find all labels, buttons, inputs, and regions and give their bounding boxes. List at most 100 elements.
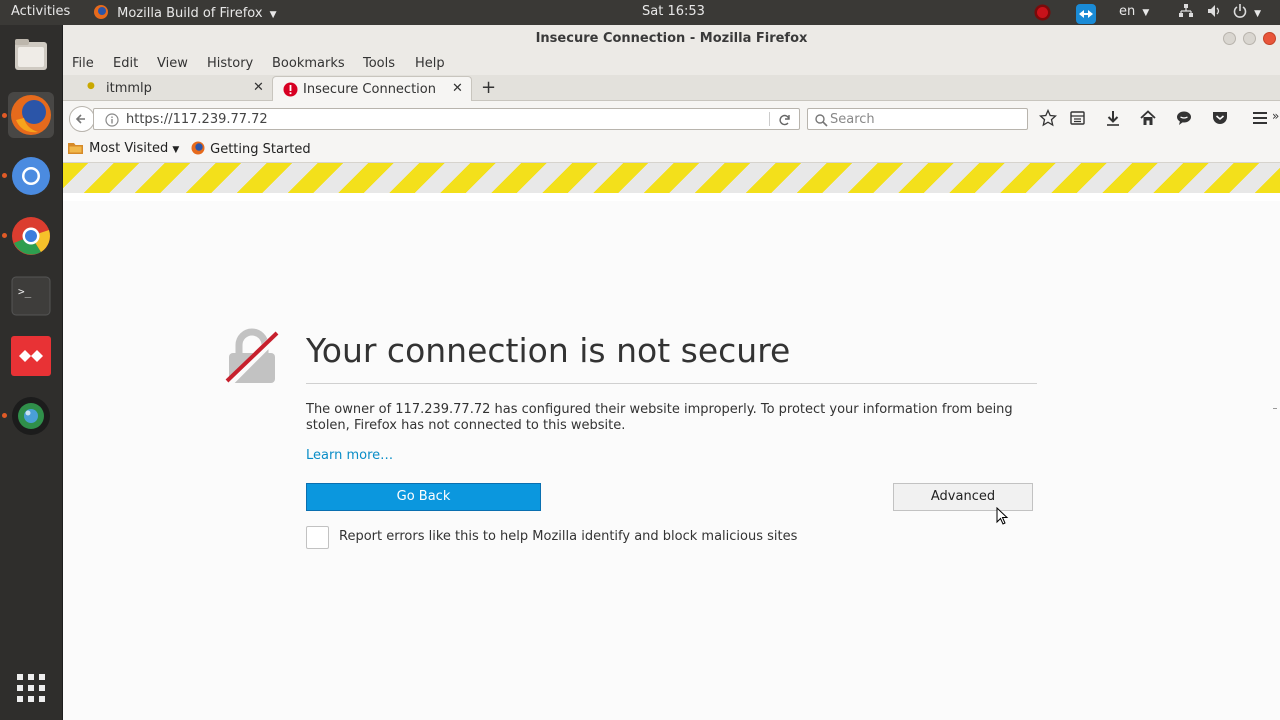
- language-label: en: [1119, 4, 1136, 19]
- terminal-launcher[interactable]: >_: [8, 273, 54, 319]
- go-back-button[interactable]: Go Back: [306, 483, 541, 511]
- mouse-cursor-icon: [996, 507, 1009, 525]
- new-tab-button[interactable]: +: [481, 77, 496, 98]
- info-icon[interactable]: [105, 113, 119, 127]
- scrollbar-marker: [1273, 408, 1277, 409]
- advanced-button[interactable]: Advanced: [893, 483, 1033, 511]
- clock[interactable]: Sat 16:53: [642, 4, 705, 19]
- error-description: The owner of 117.239.77.72 has configure…: [306, 402, 1013, 433]
- activities-button[interactable]: Activities: [11, 4, 70, 19]
- chat-icon[interactable]: [1175, 109, 1193, 127]
- volume-icon[interactable]: [1207, 4, 1221, 22]
- network-icon[interactable]: [1179, 4, 1193, 22]
- show-applications-button[interactable]: [8, 665, 54, 711]
- getting-started-label: Getting Started: [210, 142, 311, 157]
- firefox-window: Insecure Connection - Mozilla Firefox Fi…: [63, 25, 1280, 720]
- reload-icon[interactable]: [778, 113, 792, 127]
- back-arrow-icon: [75, 114, 85, 124]
- chrome-icon: [12, 217, 50, 255]
- tab-strip: ● itmmlp ✕ Insecure Connection ✕ +: [63, 75, 1280, 101]
- back-button[interactable]: [69, 106, 95, 132]
- window-title: Insecure Connection - Mozilla Firefox: [535, 31, 808, 46]
- tab-insecure-connection[interactable]: Insecure Connection ✕: [272, 76, 472, 101]
- running-indicator: [2, 233, 7, 238]
- firefox-launcher[interactable]: [8, 92, 54, 138]
- error-page: Your connection is not secure The owner …: [63, 201, 1280, 720]
- chrome-launcher[interactable]: [8, 213, 54, 259]
- getting-started-bookmark[interactable]: Getting Started: [191, 141, 311, 157]
- download-icon[interactable]: [1104, 109, 1122, 127]
- search-icon: [815, 114, 828, 127]
- tab-itmmlp[interactable]: ● itmmlp ✕: [81, 76, 271, 101]
- power-icon: [1233, 4, 1247, 18]
- menu-view[interactable]: View: [157, 56, 188, 71]
- chromium-launcher[interactable]: [8, 153, 54, 199]
- most-visited-folder[interactable]: Most Visited ▼: [68, 141, 179, 156]
- menu-edit[interactable]: Edit: [113, 56, 138, 71]
- close-window-button[interactable]: [1263, 32, 1276, 45]
- app-grid-icon: [17, 674, 45, 702]
- maximize-button[interactable]: [1243, 32, 1256, 45]
- anydesk-icon: [11, 336, 51, 376]
- learn-more-link[interactable]: Learn more…: [306, 448, 393, 463]
- firefox-icon: [11, 95, 51, 135]
- firefox-icon: [94, 5, 108, 19]
- chevron-down-icon: ▼: [1254, 9, 1262, 19]
- running-indicator: [2, 173, 7, 178]
- bookmark-star-icon[interactable]: [1039, 109, 1057, 127]
- files-launcher[interactable]: [8, 33, 54, 79]
- file-manager-icon: [15, 39, 47, 70]
- pocket-icon[interactable]: [1211, 109, 1229, 127]
- firefox-icon: [191, 141, 205, 155]
- top-panel: Activities Mozilla Build of Firefox ▼ Sa…: [0, 0, 1280, 25]
- report-label: Report errors like this to help Mozilla …: [339, 529, 798, 544]
- report-checkbox[interactable]: [306, 526, 329, 549]
- url-bar[interactable]: https://117.239.77.72: [93, 108, 800, 130]
- app-menu[interactable]: Mozilla Build of Firefox ▼: [93, 4, 277, 21]
- chevron-down-icon: ▼: [269, 10, 277, 20]
- lens-icon: [12, 397, 50, 435]
- close-icon[interactable]: ✕: [253, 80, 264, 95]
- running-indicator: [2, 113, 7, 118]
- menu-tools[interactable]: Tools: [363, 56, 395, 71]
- hamburger-menu-icon[interactable]: [1251, 109, 1269, 127]
- close-icon[interactable]: ✕: [452, 81, 463, 96]
- launcher-dock: >_: [0, 25, 63, 720]
- camera-app-launcher[interactable]: [8, 393, 54, 439]
- warning-stripe: [63, 163, 1280, 193]
- warning-icon: [283, 82, 298, 97]
- chevron-down-icon: ▼: [1142, 8, 1150, 18]
- error-title: Your connection is not secure: [306, 331, 791, 370]
- menu-history[interactable]: History: [207, 56, 253, 71]
- overflow-chevron-icon[interactable]: »: [1272, 109, 1279, 123]
- teamviewer-icon[interactable]: [1076, 4, 1096, 24]
- terminal-icon: >_: [11, 276, 51, 316]
- menu-file[interactable]: File: [72, 56, 94, 71]
- most-visited-label: Most Visited: [89, 141, 169, 156]
- running-indicator: [2, 413, 7, 418]
- home-icon[interactable]: [1139, 109, 1157, 127]
- divider: [769, 112, 770, 126]
- chromium-icon: [12, 157, 50, 195]
- svg-text:>_: >_: [18, 285, 32, 298]
- page-icon: ●: [87, 81, 95, 91]
- menu-help[interactable]: Help: [415, 56, 445, 71]
- search-placeholder: Search: [830, 112, 875, 127]
- power-menu[interactable]: ▼: [1233, 4, 1261, 20]
- chevron-down-icon: ▼: [172, 145, 180, 155]
- anydesk-launcher[interactable]: [8, 333, 54, 379]
- record-indicator-icon[interactable]: [1034, 4, 1051, 21]
- broken-lock-icon: [224, 328, 282, 387]
- title-divider: [306, 383, 1037, 384]
- navigation-toolbar: https://117.239.77.72 Search »: [63, 101, 1280, 135]
- url-text: https://117.239.77.72: [126, 112, 268, 127]
- search-box[interactable]: Search: [807, 108, 1028, 130]
- app-menu-label: Mozilla Build of Firefox: [117, 6, 263, 21]
- language-indicator[interactable]: en ▼: [1119, 4, 1149, 19]
- menu-bookmarks[interactable]: Bookmarks: [272, 56, 345, 71]
- minimize-button[interactable]: [1223, 32, 1236, 45]
- folder-icon: [68, 143, 83, 154]
- reading-list-icon[interactable]: [1069, 109, 1087, 127]
- bookmarks-toolbar: Most Visited ▼ Getting Started: [63, 135, 1280, 163]
- menu-bar: File Edit View History Bookmarks Tools H…: [63, 51, 1280, 75]
